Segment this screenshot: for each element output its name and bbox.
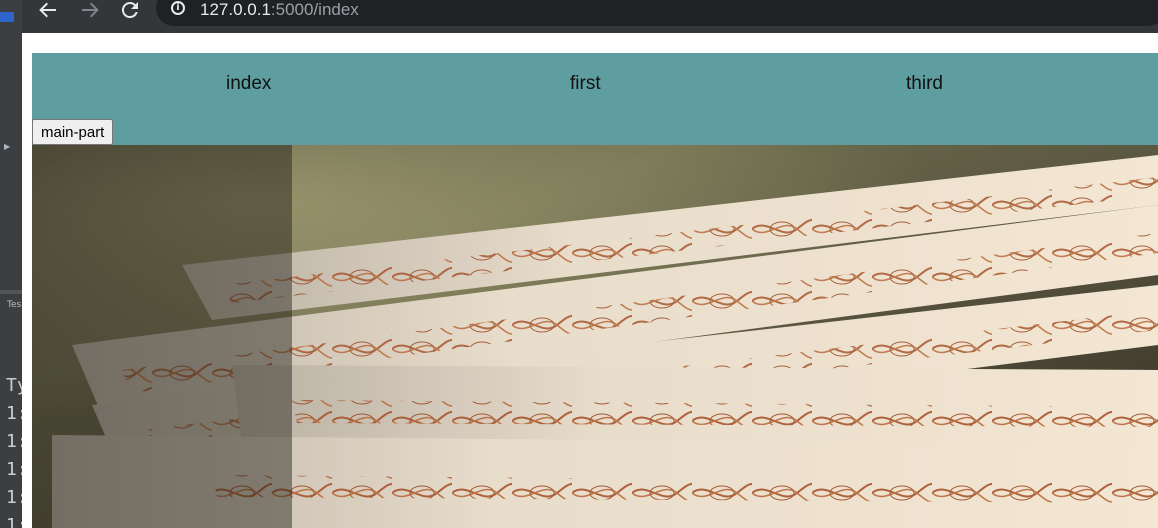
nav-link-index[interactable]: index <box>226 73 271 95</box>
ide-separator <box>0 290 22 294</box>
forward-arrow-icon[interactable] <box>76 0 104 22</box>
page-viewport: index first third main-part <box>22 33 1158 528</box>
url-path: :5000/index <box>270 0 359 19</box>
console-line: 1: <box>6 459 22 480</box>
console-line: 1: <box>6 515 22 528</box>
site-header: index first third main-part <box>32 53 1158 145</box>
console-line: Ty <box>6 375 22 396</box>
address-bar[interactable]: i 127.0.0.1:5000/index <box>156 0 1158 26</box>
url-text[interactable]: 127.0.0.1:5000/index <box>200 0 359 20</box>
console-line: 1: <box>6 487 22 508</box>
back-arrow-icon[interactable] <box>34 0 62 22</box>
main-part-button[interactable]: main-part <box>32 119 114 145</box>
ide-console: Ty 1: 1: 1: 1: 1: <box>6 372 22 528</box>
nav-link-first[interactable]: first <box>570 73 601 95</box>
site-nav: index first third <box>32 53 1158 115</box>
info-icon[interactable]: i <box>171 1 185 15</box>
browser-window: i 127.0.0.1:5000/index index first third… <box>22 0 1158 528</box>
browser-toolbar: i 127.0.0.1:5000/index <box>22 0 1158 33</box>
hero-image <box>32 145 1158 528</box>
console-line: 1: <box>6 403 22 424</box>
banknotes-photo <box>32 145 1158 528</box>
url-host: 127.0.0.1 <box>200 0 271 19</box>
expand-arrow-icon[interactable]: ▶ <box>4 142 10 151</box>
background-ide-window: ▶ Tes Ty 1: 1: 1: 1: 1: <box>0 0 22 528</box>
ide-blue-marker <box>0 12 14 22</box>
reload-icon[interactable] <box>116 0 144 22</box>
console-line: 1: <box>6 431 22 452</box>
ide-tab-label[interactable]: Tes <box>7 300 21 310</box>
banknote <box>232 365 1158 445</box>
nav-link-third[interactable]: third <box>906 73 943 95</box>
